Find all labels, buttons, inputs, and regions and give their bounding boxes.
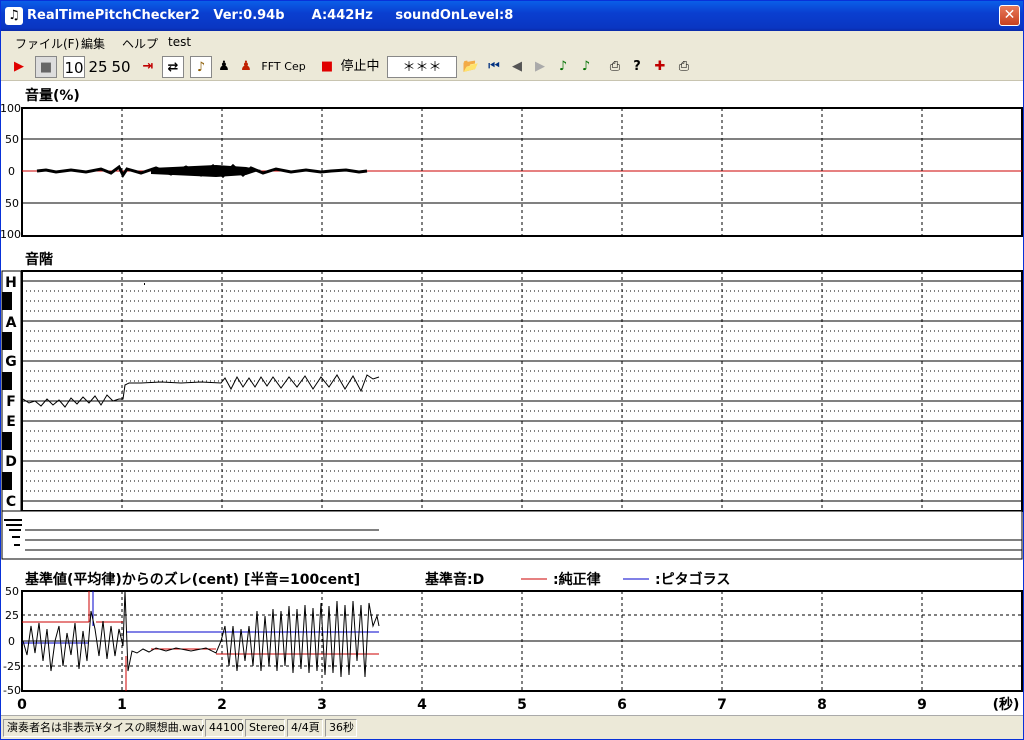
status-sample-rate: 44100 bbox=[205, 719, 244, 737]
black-key bbox=[2, 292, 12, 310]
loop-icon[interactable]: ⇄ bbox=[162, 56, 184, 78]
deviation-y-tick: 0 bbox=[8, 635, 15, 648]
timeline-strip bbox=[1, 510, 1023, 560]
close-button[interactable]: ✕ bbox=[999, 5, 1020, 26]
stop-button[interactable]: ■ bbox=[35, 56, 57, 78]
scale-10-button[interactable]: 10 bbox=[63, 56, 85, 78]
pitch-panel-title: 音階 bbox=[25, 251, 53, 268]
base-note-label: 基準音:D bbox=[425, 571, 484, 588]
time-axis-tick: 1 bbox=[117, 697, 127, 713]
status-label: 停止中 bbox=[340, 59, 380, 74]
printer-2-icon[interactable]: ⎙ bbox=[674, 56, 694, 78]
time-axis-tick: 6 bbox=[617, 697, 627, 713]
note-label: F bbox=[6, 394, 16, 410]
menu-edit[interactable]: 編集 bbox=[81, 35, 105, 52]
printer-icon[interactable]: ⎙ bbox=[605, 56, 625, 78]
cep-button[interactable]: Cep bbox=[284, 56, 306, 78]
deviation-panel-title: 基準値(平均律)からのズレ(cent) [半音=100cent] bbox=[25, 571, 360, 588]
note-label: E bbox=[6, 414, 16, 430]
status-channels: Stereo bbox=[245, 719, 285, 737]
menu-file[interactable]: ファイル(F) bbox=[15, 35, 79, 52]
volume-y-tick: 0 bbox=[8, 165, 15, 178]
legend-just-label: :純正律 bbox=[553, 571, 601, 588]
deviation-y-tick: -50 bbox=[3, 684, 21, 697]
person-icon[interactable]: ♟ bbox=[215, 56, 233, 78]
fft-button[interactable]: FFT bbox=[260, 56, 282, 78]
black-key bbox=[2, 432, 12, 450]
status-duration: 36秒 bbox=[325, 719, 357, 737]
volume-y-tick: 50 bbox=[5, 133, 19, 146]
black-key bbox=[2, 372, 12, 390]
note-label: G bbox=[5, 354, 17, 370]
folder-icon[interactable]: 📂 bbox=[461, 56, 481, 78]
deviation-y-labels: 50 25 0 -25 -50 bbox=[3, 585, 21, 697]
next-page-icon[interactable]: ▶ bbox=[531, 56, 549, 78]
play-button[interactable]: ▶ bbox=[9, 56, 29, 78]
crosshair-icon[interactable]: ✚ bbox=[651, 56, 669, 78]
violin-icon[interactable]: ♪ bbox=[190, 56, 212, 78]
volume-y-labels: 100 50 0 50 100 bbox=[0, 102, 21, 241]
menu-bar: ファイル(F) 編集 ヘルプ test bbox=[1, 31, 1023, 53]
deviation-y-tick: 25 bbox=[5, 609, 19, 622]
person-red-icon[interactable]: ♟ bbox=[237, 56, 255, 78]
note-label: D bbox=[5, 454, 17, 470]
status-file: 演奏者名は非表示¥タイスの瞑想曲.wav bbox=[3, 719, 204, 737]
chart-area: 音量(%) 100 50 0 50 100 音階 H A G F E D C 基… bbox=[0, 81, 1023, 715]
time-axis-tick: 7 bbox=[717, 697, 727, 713]
black-key bbox=[2, 332, 12, 350]
time-axis-tick: 2 bbox=[217, 697, 227, 713]
volume-y-tick: 100 bbox=[1, 102, 21, 115]
time-axis-labels: 0 1 2 3 4 5 6 7 8 9 bbox=[17, 697, 927, 713]
note-green-2-icon[interactable]: ♪ bbox=[577, 56, 595, 78]
menu-test[interactable]: test bbox=[168, 35, 191, 49]
status-bar: 演奏者名は非表示¥タイスの瞑想曲.wav 44100 Stereo 4/4頁 3… bbox=[1, 715, 1023, 739]
time-axis-tick: 9 bbox=[917, 697, 927, 713]
scale-50-button[interactable]: 50 bbox=[110, 56, 132, 78]
help-icon[interactable]: ? bbox=[628, 56, 646, 78]
toolbar: ▶ ■ 10 25 50 ⇥ ⇄ ♪ ♟ ♟ FFT Cep ■ 停止中 ＊＊＊… bbox=[1, 53, 1023, 81]
deviation-y-tick: -25 bbox=[3, 660, 21, 673]
app-icon: ♫ bbox=[5, 7, 23, 25]
note-label: C bbox=[6, 494, 16, 510]
time-axis-tick: 4 bbox=[417, 697, 427, 713]
time-axis-tick: 8 bbox=[817, 697, 827, 713]
legend-pythagorean-label: :ピタゴラス bbox=[655, 571, 730, 588]
window-title: RealTimePitchChecker2 Ver:0.94b A:442Hz … bbox=[27, 8, 514, 23]
volume-y-tick: 100 bbox=[1, 228, 21, 241]
time-axis-tick: 0 bbox=[17, 697, 27, 713]
time-axis-tick: 5 bbox=[517, 697, 527, 713]
note-green-icon[interactable]: ♪ bbox=[554, 56, 572, 78]
time-axis-tick: 3 bbox=[317, 697, 327, 713]
deviation-y-tick: 50 bbox=[5, 585, 19, 598]
record-stop-icon[interactable]: ■ bbox=[319, 56, 335, 78]
first-page-icon[interactable]: ⏮ bbox=[485, 56, 503, 78]
piano-keyboard bbox=[1, 270, 22, 512]
note-label: H bbox=[5, 275, 17, 291]
jump-end-icon[interactable]: ⇥ bbox=[138, 56, 158, 78]
prev-page-icon[interactable]: ◀ bbox=[508, 56, 526, 78]
volume-panel-title: 音量(%) bbox=[25, 87, 80, 104]
menu-help[interactable]: ヘルプ bbox=[122, 35, 158, 52]
title-bar[interactable]: ♫ RealTimePitchChecker2 Ver:0.94b A:442H… bbox=[1, 1, 1023, 31]
note-label: A bbox=[6, 315, 17, 331]
app-window: ♫ RealTimePitchChecker2 Ver:0.94b A:442H… bbox=[0, 0, 1024, 740]
status-page: 4/4頁 bbox=[287, 719, 323, 737]
time-axis-unit: (秒) bbox=[993, 696, 1020, 713]
volume-y-tick: 50 bbox=[5, 197, 19, 210]
scale-25-button[interactable]: 25 bbox=[87, 56, 109, 78]
note-display: ＊＊＊ bbox=[387, 56, 457, 78]
black-key bbox=[2, 472, 12, 490]
